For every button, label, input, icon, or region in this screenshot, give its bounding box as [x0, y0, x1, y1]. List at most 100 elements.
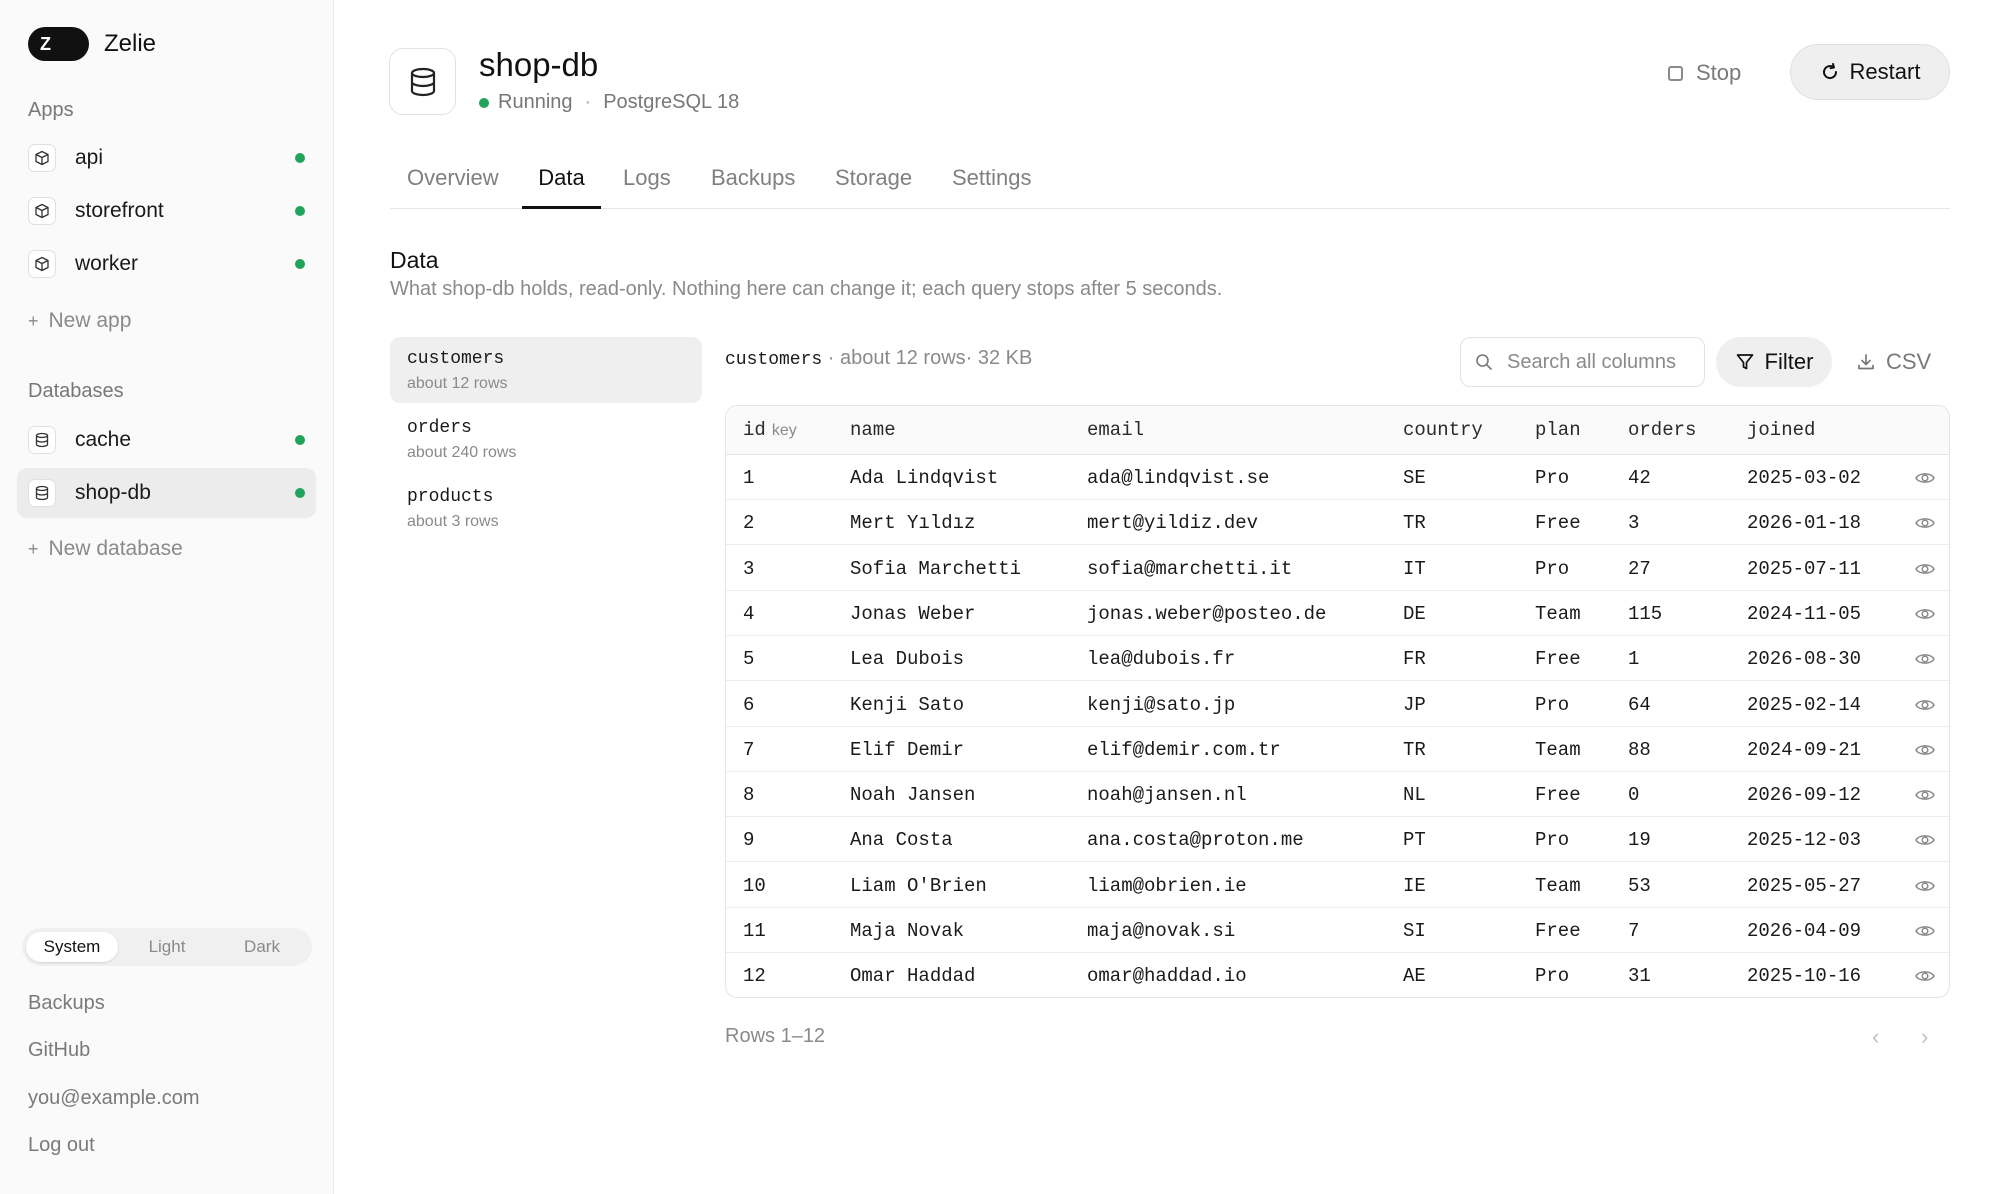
- cell-name: Sofia Marchetti: [850, 557, 1022, 580]
- table-row[interactable]: 12 Omar Haddad omar@haddad.io AE Pro 31 2025-1…: [726, 953, 1949, 997]
- tab-backups[interactable]: Backups: [711, 165, 795, 209]
- sidebar-item-worker[interactable]: worker: [17, 239, 316, 289]
- cell-country: IT: [1403, 557, 1426, 580]
- column-header-orders[interactable]: orders: [1628, 419, 1696, 441]
- view-row-icon[interactable]: [1914, 876, 1936, 896]
- brand-name: Zelie: [104, 30, 157, 57]
- sidebar-item-api[interactable]: api: [17, 133, 316, 183]
- cell-orders: 3: [1628, 512, 1640, 535]
- cell-joined: 2025-12-03: [1747, 829, 1862, 852]
- previous-page-button[interactable]: ‹: [1872, 1024, 1879, 1050]
- cell-name: Omar Haddad: [850, 965, 976, 988]
- view-row-icon[interactable]: [1914, 740, 1936, 760]
- table-row[interactable]: 9 Ana Costa ana.costa@proton.me PT Pro 19 2025…: [726, 817, 1949, 863]
- view-row-icon[interactable]: [1914, 830, 1936, 850]
- column-header-id[interactable]: id key: [743, 419, 797, 441]
- tab-storage[interactable]: Storage: [835, 165, 912, 209]
- pagination-info: Rows 1–12: [725, 1025, 826, 1047]
- tab-settings[interactable]: Settings: [952, 165, 1032, 209]
- search-input[interactable]: [1507, 350, 1687, 374]
- cell-id: 5: [743, 648, 755, 671]
- cell-orders: 1: [1628, 648, 1640, 671]
- view-row-icon[interactable]: [1914, 921, 1936, 941]
- table-list-item-products[interactable]: products about 3 rows: [390, 475, 702, 541]
- new-database-button[interactable]: + New database: [28, 537, 183, 561]
- cell-joined: 2025-03-02: [1747, 467, 1862, 489]
- table-view-header: customers · about 12 rows· 32 KB: [725, 347, 1032, 370]
- view-row-icon[interactable]: [1914, 695, 1936, 715]
- footer-link-github[interactable]: GitHub: [28, 1039, 90, 1062]
- table-row[interactable]: 5 Lea Dubois lea@dubois.fr FR Free 1 2026-08-3…: [726, 636, 1949, 682]
- view-row-icon[interactable]: [1914, 604, 1936, 624]
- cell-name: Noah Jansen: [850, 784, 976, 807]
- cell-name: Jonas Weber: [850, 602, 976, 625]
- table-row[interactable]: 7 Elif Demir elif@demir.com.tr TR Team 88 2024…: [726, 727, 1949, 772]
- view-row-icon[interactable]: [1914, 649, 1936, 669]
- table-row-count: about 12 rows: [407, 375, 508, 392]
- tab-data[interactable]: Data: [522, 165, 601, 209]
- cell-country: IE: [1403, 874, 1426, 897]
- table-view-name: customers: [725, 350, 823, 370]
- cell-name: Mert Yıldız: [850, 512, 976, 535]
- apps-section-label: Apps: [28, 99, 74, 121]
- table-row[interactable]: 6 Kenji Sato kenji@sato.jp JP Pro 64 2025-02-1…: [726, 682, 1949, 727]
- table-row[interactable]: 2 Mert Yıldız mert@yildiz.dev TR Free 3 2026-0…: [726, 500, 1949, 546]
- status-line: Running · PostgreSQL 18: [479, 91, 739, 114]
- table-row[interactable]: 3 Sofia Marchetti sofia@marchetti.it IT Pro 2…: [726, 546, 1949, 591]
- table-row[interactable]: 10 Liam O'Brien liam@obrien.ie IE Team 53 2025…: [726, 863, 1949, 908]
- sidebar-item-cache[interactable]: cache: [17, 415, 316, 465]
- view-row-icon[interactable]: [1914, 468, 1936, 488]
- table-row-count: about 3 rows: [407, 513, 499, 530]
- table-name: customers: [407, 349, 505, 369]
- csv-download-button[interactable]: CSV: [1856, 337, 1931, 387]
- table-row-count: about 240 rows: [407, 444, 517, 461]
- database-icon: [28, 479, 56, 507]
- restart-button[interactable]: Restart: [1790, 44, 1950, 100]
- plus-icon: +: [28, 311, 39, 331]
- account-email[interactable]: you@example.com: [28, 1087, 199, 1110]
- view-row-icon[interactable]: [1914, 513, 1936, 533]
- cell-country: SI: [1403, 920, 1426, 942]
- new-app-button[interactable]: + New app: [28, 309, 131, 333]
- theme-option-dark[interactable]: Dark: [216, 932, 308, 962]
- sidebar-item-shop-db[interactable]: shop-db: [17, 468, 316, 518]
- stop-button[interactable]: Stop: [1668, 56, 1741, 90]
- column-header-joined[interactable]: joined: [1747, 419, 1815, 441]
- logout-link[interactable]: Log out: [28, 1134, 95, 1157]
- column-header-name[interactable]: name: [850, 419, 896, 441]
- brand-avatar: Z: [28, 27, 89, 61]
- csv-label: CSV: [1886, 349, 1932, 374]
- cell-plan: Team: [1535, 602, 1581, 625]
- table-list-item-customers[interactable]: customers about 12 rows: [390, 337, 702, 403]
- search-field[interactable]: [1460, 337, 1705, 387]
- table-row[interactable]: 1 Ada Lindqvist ada@lindqvist.se SE Pro 42 202…: [726, 455, 1949, 500]
- view-row-icon[interactable]: [1914, 559, 1936, 579]
- sidebar-item-storefront[interactable]: storefront: [17, 186, 316, 236]
- column-header-email[interactable]: email: [1087, 419, 1144, 441]
- theme-option-light[interactable]: Light: [121, 932, 213, 962]
- new-database-label: New database: [48, 537, 183, 560]
- cell-plan: Free: [1535, 512, 1581, 535]
- table-row[interactable]: 8 Noah Jansen noah@jansen.nl NL Free 0 2026-09…: [726, 772, 1949, 818]
- page-title: shop-db: [479, 46, 599, 83]
- database-icon: [28, 426, 56, 454]
- column-header-country[interactable]: country: [1403, 419, 1483, 441]
- primary-key-label: key: [771, 422, 797, 439]
- table-row[interactable]: 4 Jonas Weber jonas.weber@posteo.de DE Team 1…: [726, 591, 1949, 636]
- tab-overview[interactable]: Overview: [407, 165, 499, 209]
- next-page-button[interactable]: ›: [1921, 1024, 1928, 1050]
- column-header-plan[interactable]: plan: [1535, 419, 1581, 441]
- table-list-item-orders[interactable]: orders about 240 rows: [390, 406, 702, 472]
- view-row-icon[interactable]: [1914, 966, 1936, 986]
- brand[interactable]: Z Zelie: [28, 27, 156, 61]
- cell-plan: Pro: [1535, 693, 1570, 716]
- view-row-icon[interactable]: [1914, 785, 1936, 805]
- filter-button[interactable]: Filter: [1716, 337, 1832, 387]
- cell-name: Elif Demir: [850, 738, 965, 761]
- theme-option-system[interactable]: System: [26, 932, 118, 962]
- cell-email: liam@obrien.ie: [1087, 874, 1247, 897]
- table-row[interactable]: 11 Maja Novak maja@novak.si SI Free 7 2026-04-…: [726, 908, 1949, 953]
- cell-orders: 0: [1628, 784, 1640, 807]
- footer-link-backups[interactable]: Backups: [28, 992, 105, 1015]
- tab-logs[interactable]: Logs: [623, 165, 671, 209]
